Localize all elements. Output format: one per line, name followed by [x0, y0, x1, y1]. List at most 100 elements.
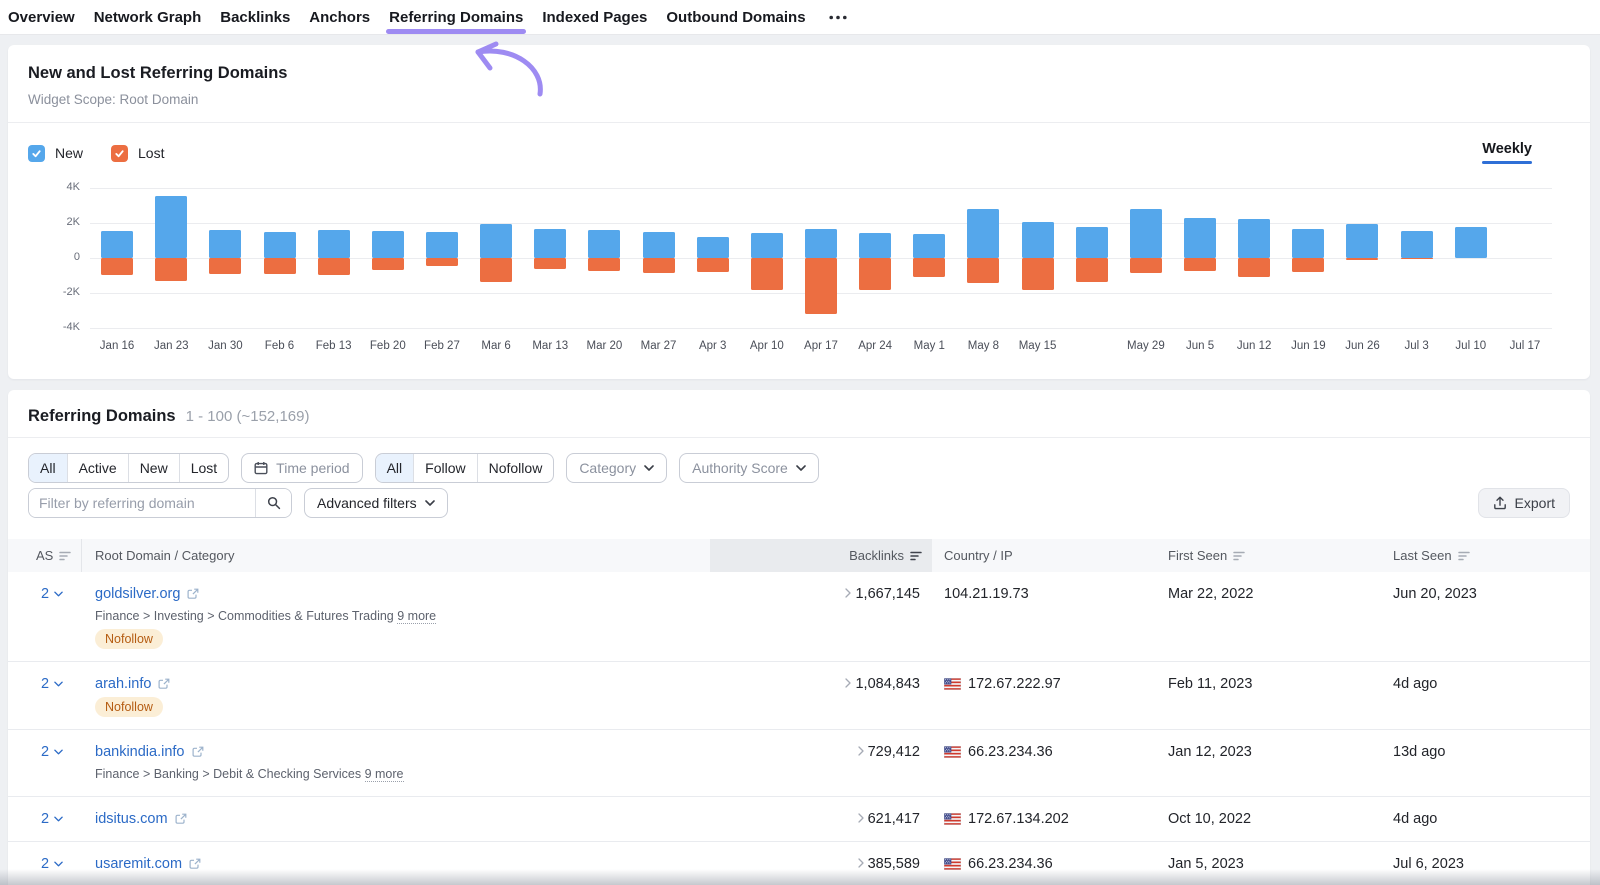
table-column-headers: AS Root Domain / Category Backlinks Coun… — [8, 539, 1590, 572]
first-seen-cell: Oct 10, 2022 — [1160, 809, 1385, 829]
table-row[interactable]: 2goldsilver.orgFinance > Investing > Com… — [8, 572, 1590, 661]
column-header-as[interactable]: AS — [8, 539, 82, 572]
status-segment-active[interactable]: Active — [68, 454, 129, 482]
category-more-link[interactable]: 9 more — [365, 767, 404, 782]
follow-segment-nofollow[interactable]: Nofollow — [478, 454, 554, 482]
expand-row-button[interactable] — [845, 588, 851, 598]
ip-address: 172.67.222.97 — [968, 674, 1061, 694]
category-dropdown-label: Category — [579, 460, 636, 476]
bar-new — [1130, 209, 1162, 258]
y-axis-tick: 4K — [8, 181, 80, 193]
bar-lost — [426, 258, 458, 266]
domain-link[interactable]: arah.info — [95, 674, 151, 694]
tab-backlinks[interactable]: Backlinks — [220, 0, 290, 35]
gridline — [90, 188, 1552, 189]
table-row[interactable]: 2arah.infoNofollow1,084,843172.67.222.97… — [8, 661, 1590, 729]
bar-new — [1184, 218, 1216, 258]
bar-new — [805, 229, 837, 258]
chevron-down-icon — [54, 861, 63, 867]
tab-referring-domains[interactable]: Referring Domains — [389, 0, 523, 35]
as-value[interactable]: 2 — [41, 742, 63, 762]
expand-row-button[interactable] — [858, 746, 864, 756]
us-flag-icon — [944, 813, 961, 825]
expand-row-button[interactable] — [845, 678, 851, 688]
bar-lost — [209, 258, 241, 274]
root-domain-cell: bankindia.infoFinance > Banking > Debit … — [82, 742, 710, 784]
bar-lost — [1346, 258, 1378, 260]
report-tabs-nav: Overview Network Graph Backlinks Anchors… — [0, 0, 1600, 35]
checkbox-new[interactable] — [28, 145, 45, 162]
as-value[interactable]: 2 — [41, 809, 63, 829]
domain-link[interactable]: goldsilver.org — [95, 584, 180, 604]
search-icon — [267, 496, 281, 510]
external-link-icon[interactable] — [175, 813, 187, 825]
as-value[interactable]: 2 — [41, 674, 63, 694]
category-dropdown[interactable]: Category — [566, 453, 667, 483]
column-header-first-seen[interactable]: First Seen — [1160, 539, 1385, 572]
backlinks-count: 1,084,843 — [855, 674, 920, 694]
category-more-link[interactable]: 9 more — [397, 609, 436, 624]
export-button[interactable]: Export — [1478, 488, 1570, 518]
column-header-backlinks[interactable]: Backlinks — [710, 539, 932, 572]
checkbox-lost[interactable] — [111, 145, 128, 162]
status-segment-all[interactable]: All — [29, 454, 68, 482]
external-link-icon[interactable] — [192, 746, 204, 758]
tab-outbound-domains[interactable]: Outbound Domains — [666, 0, 805, 35]
sort-icon — [1458, 551, 1470, 561]
backlinks-cell: 385,589 — [710, 854, 932, 874]
bar-lost — [1401, 258, 1433, 259]
bar-new — [588, 230, 620, 258]
bar-new — [101, 231, 133, 258]
advanced-filters-button[interactable]: Advanced filters — [304, 488, 448, 518]
first-seen-cell: Jan 12, 2023 — [1160, 742, 1385, 784]
column-header-root-domain: Root Domain / Category — [82, 539, 710, 572]
backlinks-count: 729,412 — [868, 742, 920, 762]
bar-lost — [155, 258, 187, 281]
bar-lost — [967, 258, 999, 283]
domain-link[interactable]: usaremit.com — [95, 854, 182, 874]
follow-segment-all[interactable]: All — [376, 454, 415, 482]
ip-address: 66.23.234.36 — [968, 854, 1053, 874]
follow-segment-follow[interactable]: Follow — [414, 454, 477, 482]
external-link-icon[interactable] — [158, 678, 170, 690]
backlinks-count: 621,417 — [868, 809, 920, 829]
tab-anchors[interactable]: Anchors — [309, 0, 370, 35]
tab-overview[interactable]: Overview — [8, 0, 75, 35]
table-row[interactable]: 2 bankindia.infoFinance > Banking > Debit… — [8, 729, 1590, 796]
expand-row-button[interactable] — [858, 858, 864, 868]
as-value[interactable]: 2 — [41, 584, 63, 604]
tab-network-graph[interactable]: Network Graph — [94, 0, 202, 35]
export-label: Export — [1515, 495, 1555, 511]
legend-label-new: New — [55, 145, 83, 161]
domain-link[interactable]: bankindia.info — [95, 742, 185, 762]
first-seen-cell: Feb 11, 2023 — [1160, 674, 1385, 717]
external-link-icon[interactable] — [187, 588, 199, 600]
status-segment-new[interactable]: New — [129, 454, 180, 482]
granularity-toggle-weekly[interactable]: Weekly — [1482, 141, 1532, 164]
column-header-last-seen[interactable]: Last Seen — [1385, 539, 1590, 572]
bar-lost — [805, 258, 837, 314]
as-value[interactable]: 2 — [41, 854, 63, 874]
bar-lost — [534, 258, 566, 269]
ip-address: 104.21.19.73 — [944, 584, 1029, 604]
table-row[interactable]: 2usaremit.com385,58966.23.234.36Jan 5, 2… — [8, 841, 1590, 885]
status-segment-lost[interactable]: Lost — [180, 454, 228, 482]
y-axis-tick: -2K — [8, 286, 80, 298]
chevron-right-icon — [858, 813, 864, 823]
last-seen-cell: 13d ago — [1385, 742, 1590, 784]
expand-row-button[interactable] — [858, 813, 864, 823]
tab-indexed-pages[interactable]: Indexed Pages — [542, 0, 647, 35]
country-ip-cell: 66.23.234.36 — [932, 854, 1160, 874]
chevron-right-icon — [845, 588, 851, 598]
table-row[interactable]: 2idsitus.com621,417172.67.134.202Oct 10,… — [8, 796, 1590, 841]
country-ip-cell: 66.23.234.36 — [932, 742, 1160, 784]
domain-filter-input[interactable] — [29, 489, 255, 517]
authority-score-dropdown[interactable]: Authority Score — [679, 453, 819, 483]
bar-lost — [101, 258, 133, 275]
external-link-icon[interactable] — [189, 858, 201, 870]
search-button[interactable] — [255, 489, 291, 517]
more-tabs-button[interactable] — [825, 0, 851, 35]
time-period-button[interactable]: Time period — [241, 453, 362, 483]
domain-link[interactable]: idsitus.com — [95, 809, 168, 829]
backlinks-cell: 621,417 — [710, 809, 932, 829]
